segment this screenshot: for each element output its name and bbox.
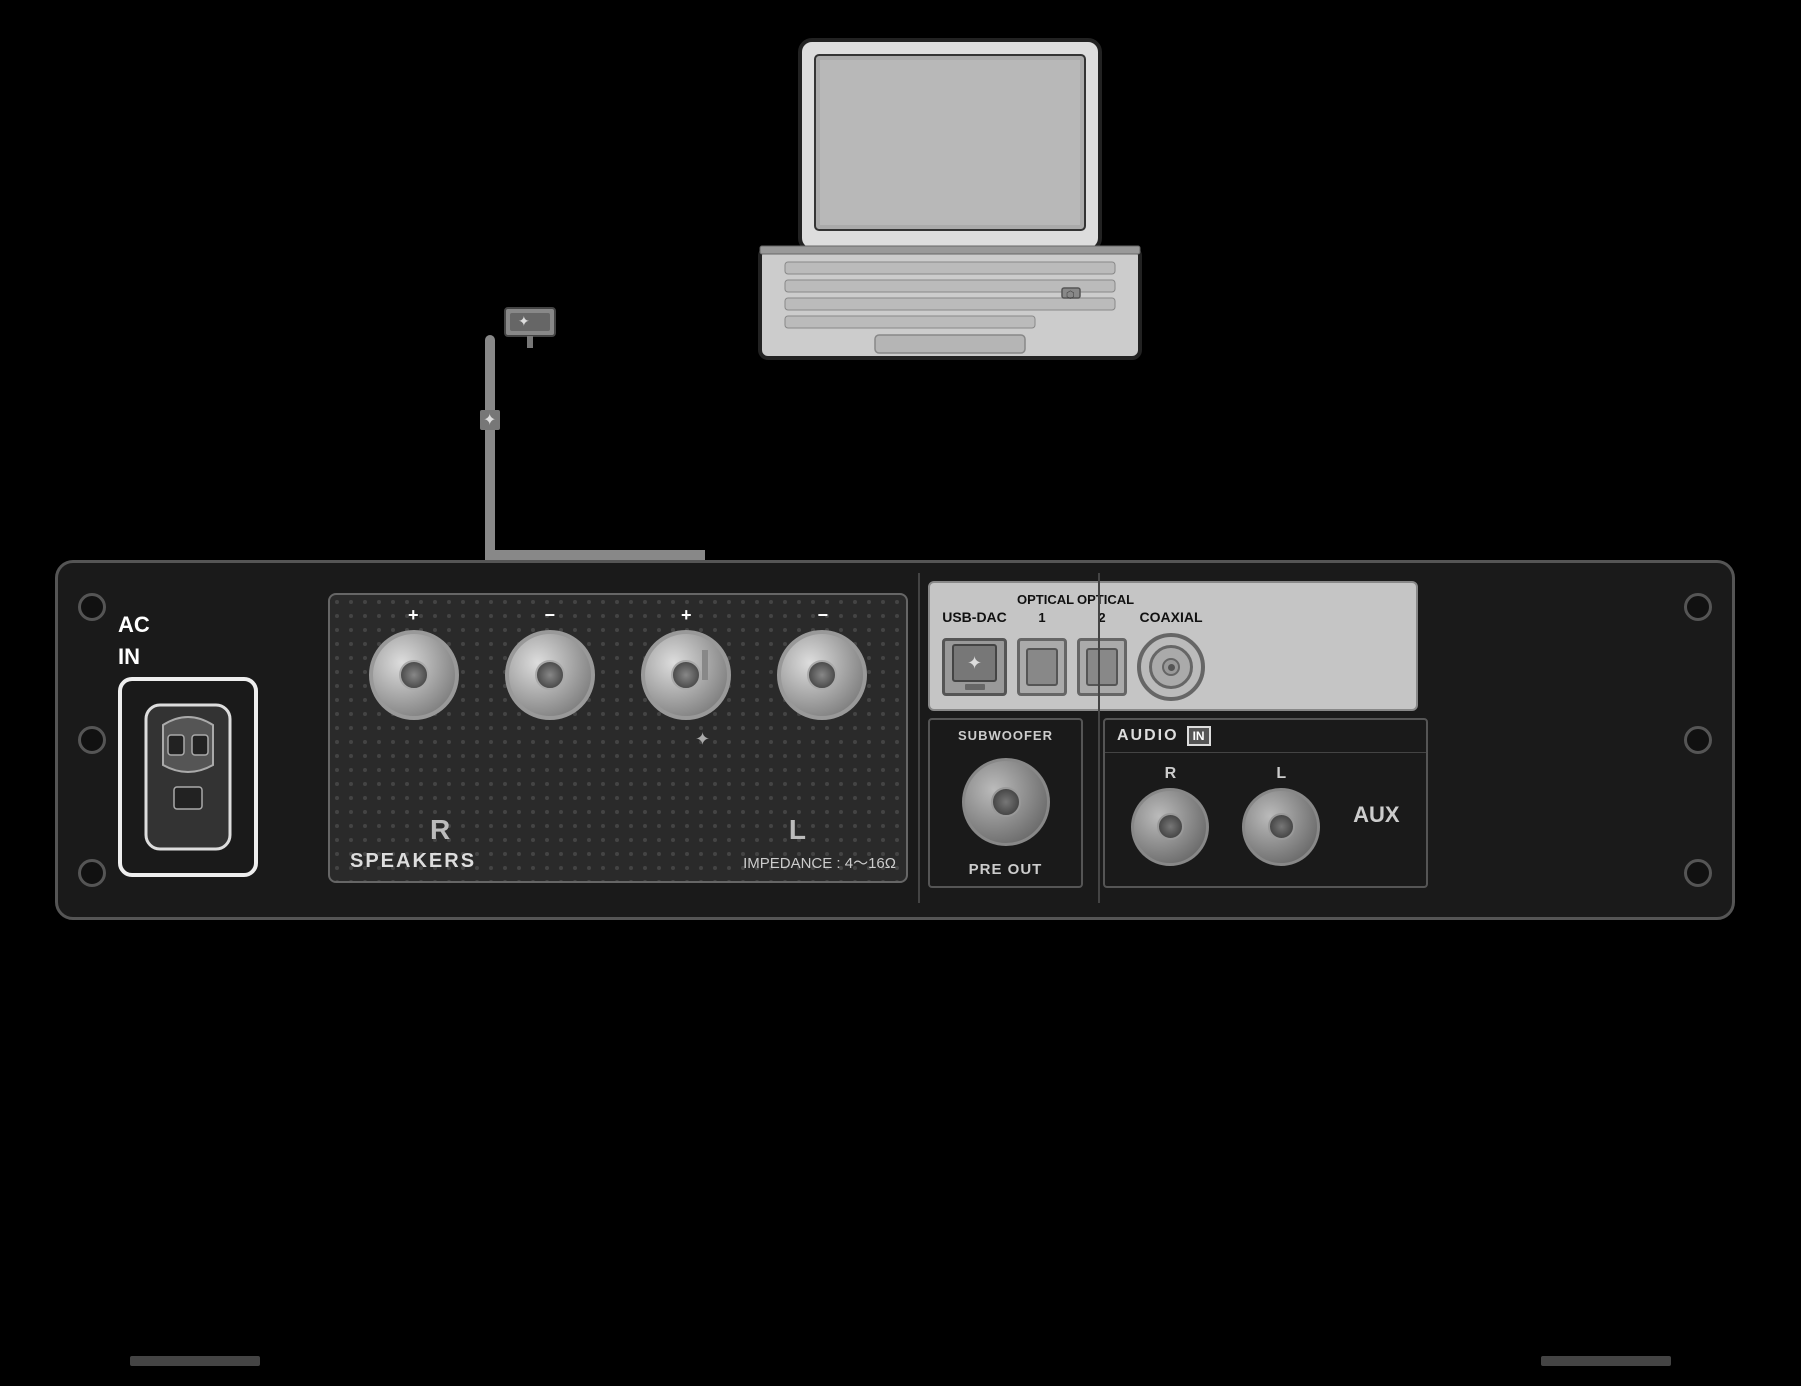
audio-in-header: AUDIO IN [1105, 720, 1426, 753]
audio-r-knob [1131, 788, 1209, 866]
vertical-divider-1 [918, 573, 920, 903]
screw-ml [78, 726, 106, 754]
terminal-l-minus [777, 630, 867, 720]
diagram-container: ⬡ ✦ ✦ ✦ [0, 0, 1801, 1386]
digital-inputs-panel: USB-DAC OPTICAL 1 OPTICAL 2 COAXIAL [928, 581, 1418, 711]
pole-plus-r1: + [408, 605, 419, 626]
coaxial-label: COAXIAL [1140, 609, 1203, 625]
terminals-row [330, 630, 906, 720]
usb-dac-label-text: USB-DAC [942, 609, 1007, 627]
speaker-r-label: R [430, 814, 450, 846]
screw-mr [1684, 726, 1712, 754]
optical2-label: OPTICAL [1077, 592, 1134, 607]
ac-socket [118, 677, 258, 877]
audio-l-label: L [1276, 765, 1286, 783]
usb-connector-laptop-end: ✦ [500, 298, 560, 348]
usb-dac-port: ✦ [942, 638, 1007, 696]
audio-l-channel: L [1242, 765, 1320, 866]
digital-ports-row: ✦ [942, 633, 1404, 701]
speakers-section: + − + − [328, 593, 908, 883]
bottom-line-left [130, 1356, 260, 1366]
screw-br [1684, 859, 1712, 887]
ac-in-label2: IN [118, 645, 298, 669]
pre-out-label: PRE OUT [969, 861, 1043, 878]
coaxial-port [1137, 633, 1205, 701]
screw-tr [1684, 593, 1712, 621]
terminal-r-minus [505, 630, 595, 720]
amplifier-back-panel: AC IN [55, 560, 1735, 920]
impedance-label: IMPEDANCE : 4〜16Ω [743, 852, 896, 873]
svg-text:✦: ✦ [483, 412, 496, 429]
ac-in-label: AC [118, 613, 298, 637]
aux-label: AUX [1353, 802, 1399, 828]
usb-dac-icon: ✦ [967, 653, 982, 674]
optical2-label-text: OPTICAL 2 [1077, 591, 1127, 627]
optical1-sub: 1 [1038, 610, 1045, 625]
audio-in-section: AUDIO IN R L AUX [1103, 718, 1428, 888]
audio-knobs-container: R L AUX [1105, 753, 1426, 877]
coaxial-label-text: COAXIAL [1137, 609, 1205, 627]
audio-l-knob [1242, 788, 1320, 866]
audio-r-channel: R [1131, 765, 1209, 866]
pole-minus-l2: − [817, 605, 828, 626]
audio-r-label: R [1165, 765, 1177, 783]
pole-minus-r2: − [544, 605, 555, 626]
optical2-port [1077, 638, 1127, 696]
svg-text:⬡: ⬡ [1066, 290, 1075, 301]
terminal-poles-top: + − + − [330, 605, 906, 626]
audio-in-badge: IN [1187, 726, 1211, 746]
subwoofer-label: SUBWOOFER [958, 728, 1053, 743]
pole-plus-l1: + [681, 605, 692, 626]
preout-knob [962, 758, 1050, 846]
speakers-label: SPEAKERS [350, 850, 476, 873]
ac-in-section: AC IN [118, 613, 298, 843]
digital-audio-section: USB-DAC OPTICAL 1 OPTICAL 2 COAXIAL [928, 581, 1418, 740]
audio-in-label: AUDIO [1117, 727, 1179, 745]
vertical-divider-2 [1098, 573, 1100, 903]
digital-input-labels: USB-DAC OPTICAL 1 OPTICAL 2 COAXIAL [942, 591, 1404, 627]
laptop-illustration: ⬡ [680, 30, 1180, 410]
screw-bl [78, 859, 106, 887]
speaker-l-label: L [789, 814, 806, 846]
optical1-label: OPTICAL [1017, 592, 1074, 607]
svg-text:✦: ✦ [518, 313, 530, 329]
bottom-line-right [1541, 1356, 1671, 1366]
pre-out-section: SUBWOOFER PRE OUT [928, 718, 1083, 888]
terminal-r-plus [369, 630, 459, 720]
screw-tl [78, 593, 106, 621]
terminal-l-plus [641, 630, 731, 720]
optical1-port [1017, 638, 1067, 696]
optical1-label-text: OPTICAL 1 [1017, 591, 1067, 627]
usb-dac-label: USB-DAC [942, 609, 1007, 625]
